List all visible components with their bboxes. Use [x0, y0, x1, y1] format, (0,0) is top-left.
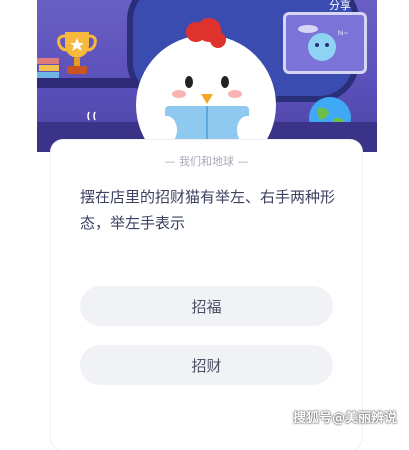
- books-icon: [37, 58, 59, 78]
- chicken-mascot-icon: [136, 18, 276, 152]
- svg-text:hi~: hi~: [338, 30, 349, 37]
- trophy-icon: [57, 32, 97, 74]
- question-text: 摆在店里的招财猫有举左、右手两种形态，举左手表示: [80, 188, 336, 232]
- quiz-card: — 我们和地球 — 摆在店里的招财猫有举左、右手两种形态，举左手表示 招福 招财: [51, 140, 362, 450]
- alien-icon: hi~: [298, 25, 349, 61]
- share-screen: hi~: [283, 12, 367, 74]
- header-banner: hi~ 分享: [37, 0, 377, 152]
- category-label: — 我们和地球 —: [164, 155, 249, 168]
- watermark: 搜狐号@美丽辨说: [292, 411, 397, 426]
- option-button-1[interactable]: 招福: [80, 286, 333, 326]
- share-label[interactable]: 分享: [329, 0, 351, 13]
- option-button-2[interactable]: 招财: [80, 345, 333, 385]
